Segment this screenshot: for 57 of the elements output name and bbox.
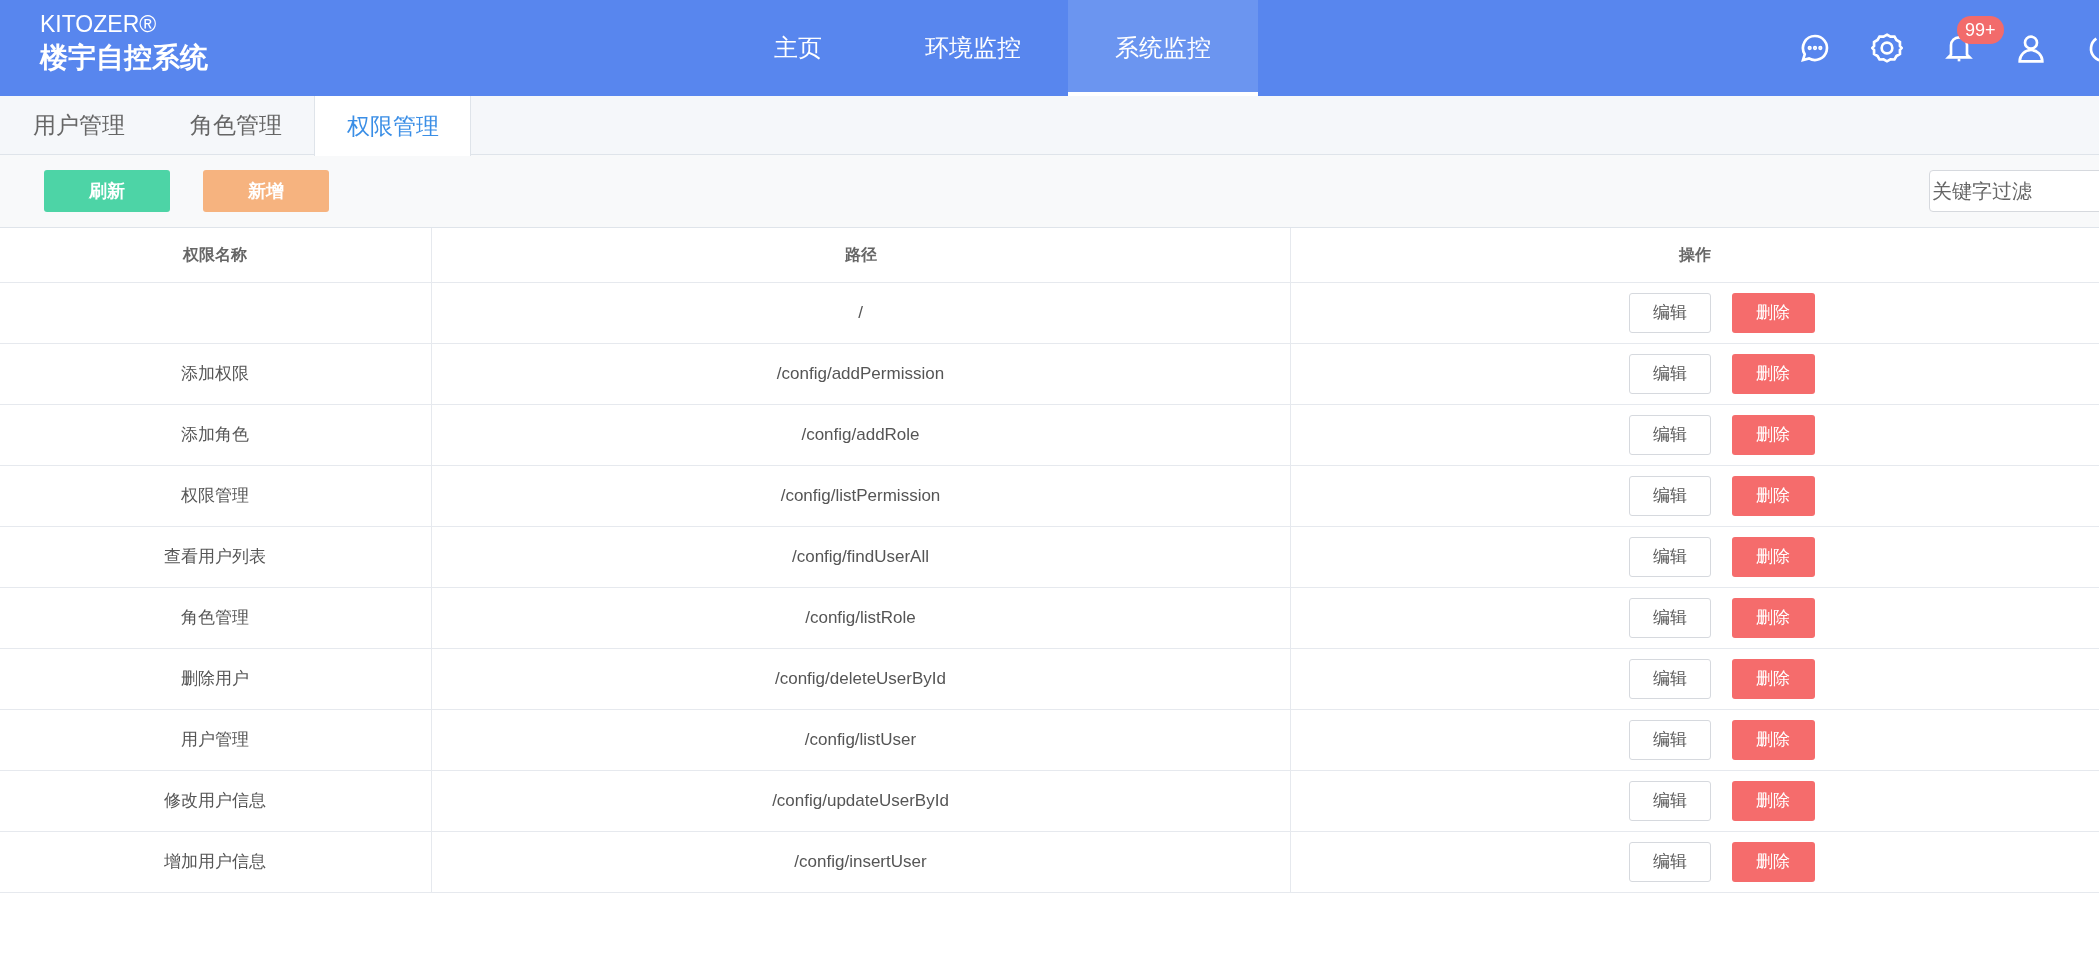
table-cell: /config/findUserAll (792, 546, 929, 566)
column-header: 操作 (1290, 228, 2099, 282)
tab[interactable]: 权限管理 (314, 96, 471, 156)
edit-button[interactable]: 编辑 (1628, 719, 1711, 760)
delete-button[interactable]: 删除 (1731, 353, 1815, 394)
delete-button[interactable]: 删除 (1731, 719, 1815, 760)
column-header: 路径 (431, 228, 1290, 282)
table-cell: /config/listPermission (780, 485, 941, 505)
edit-button[interactable]: 编辑 (1628, 841, 1711, 882)
user-icon[interactable] (2015, 32, 2047, 64)
tab[interactable]: 角色管理 (157, 96, 314, 155)
edit-button[interactable]: 编辑 (1628, 536, 1711, 577)
table-cell: /config/listRole (805, 607, 916, 627)
edit-button[interactable]: 编辑 (1628, 414, 1711, 455)
delete-button[interactable]: 删除 (1731, 597, 1815, 638)
table-cell: /config/listUser (804, 729, 917, 749)
delete-button[interactable]: 删除 (1731, 658, 1815, 699)
nav-tab[interactable]: 系统监控 (1068, 0, 1258, 96)
brand-name: KITOZER® (40, 10, 158, 38)
add-button[interactable]: 新增 (203, 170, 329, 212)
delete-button[interactable]: 删除 (1731, 841, 1815, 882)
nav-tab[interactable]: 主页 (718, 0, 878, 96)
table-cell: 用户管理 (181, 729, 250, 749)
search-field[interactable]: 关键字过滤 (1929, 170, 2099, 212)
edit-button[interactable]: 编辑 (1628, 780, 1711, 821)
table-cell: /config/addPermission (776, 363, 945, 383)
delete-button[interactable]: 删除 (1731, 414, 1815, 455)
table-cell: /config/updateUserById (772, 790, 949, 810)
table-cell: 添加角色 (181, 424, 250, 444)
table-cell: 增加用户信息 (164, 851, 267, 871)
column-header: 权限名称 (0, 228, 431, 282)
delete-button[interactable]: 删除 (1731, 780, 1815, 821)
table-cell: /config/insertUser (794, 851, 927, 871)
chat-icon[interactable] (1799, 32, 1831, 64)
edit-button[interactable]: 编辑 (1628, 475, 1711, 516)
table-cell: / (858, 302, 863, 322)
app-title: 楼宇自控系统 (40, 41, 209, 75)
delete-button[interactable]: 删除 (1731, 536, 1815, 577)
refresh-button[interactable]: 刷新 (44, 170, 170, 212)
table-cell: /config/deleteUserById (774, 668, 946, 688)
edit-button[interactable]: 编辑 (1628, 658, 1711, 699)
edit-button[interactable]: 编辑 (1628, 353, 1711, 394)
table-cell: /config/addRole (801, 424, 920, 444)
notification-count-badge: 99+ (1957, 16, 2004, 44)
table-cell: 查看用户列表 (164, 546, 267, 566)
table-cell: 修改用户信息 (164, 790, 267, 810)
table-cell: 删除用户 (181, 668, 250, 688)
tab[interactable]: 用户管理 (0, 96, 157, 155)
table-cell: 添加权限 (181, 363, 250, 383)
table-cell: 角色管理 (181, 607, 250, 627)
edit-button[interactable]: 编辑 (1628, 292, 1711, 333)
settings-icon[interactable] (1871, 32, 1903, 64)
delete-button[interactable]: 删除 (1731, 475, 1815, 516)
nav-tab[interactable]: 环境监控 (878, 0, 1068, 96)
edit-button[interactable]: 编辑 (1628, 597, 1711, 638)
delete-button[interactable]: 删除 (1731, 292, 1815, 333)
table-cell: 权限管理 (181, 485, 250, 505)
